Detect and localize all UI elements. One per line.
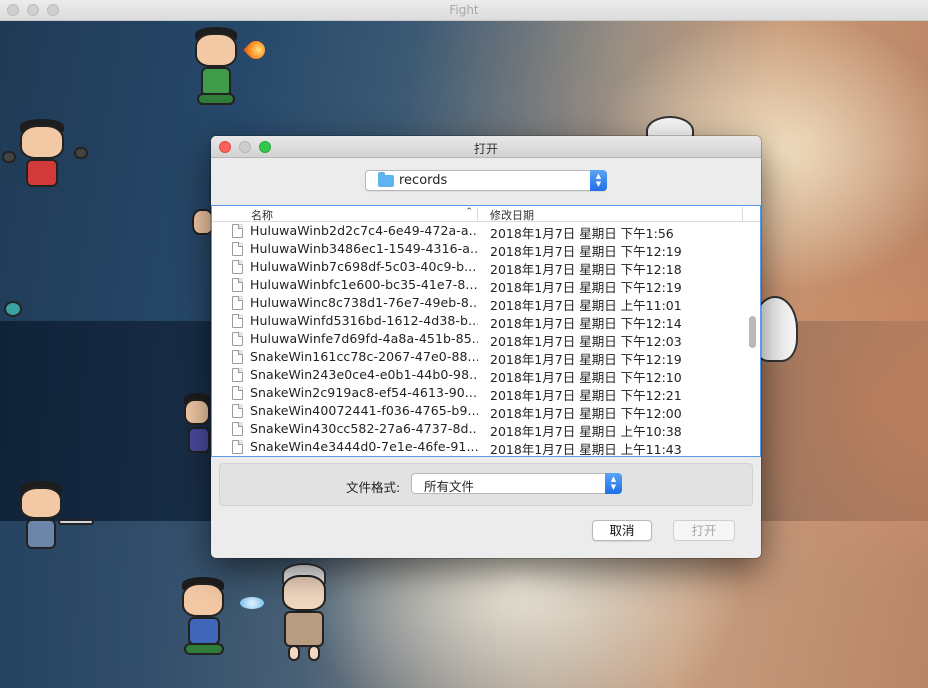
cancel-button[interactable]: 取消: [592, 520, 652, 541]
column-header-date[interactable]: 修改日期: [480, 207, 743, 222]
vertical-scrollbar[interactable]: [749, 316, 756, 348]
column-header-name[interactable]: 名称 ⌃: [251, 207, 478, 222]
file-icon: [232, 422, 243, 436]
up-down-chevron-icon: ▲ ▼: [605, 473, 622, 494]
dialog-title: 打开: [473, 142, 498, 156]
file-name: HuluwaWinb3486ec1-1549-4316-a...: [250, 241, 478, 256]
file-name: SnakeWin40072441-f036-4765-b9...: [250, 403, 478, 418]
format-select[interactable]: 所有文件 ▲ ▼: [411, 473, 622, 494]
grandpa-sprite: [276, 561, 346, 665]
window-title: Fight: [449, 3, 479, 17]
file-icon: [232, 404, 243, 418]
table-row[interactable]: SnakeWin4e3444d0-7e1e-46fe-91... 2018年1月7…: [212, 438, 760, 457]
location-popup[interactable]: records ▲ ▼: [365, 170, 607, 191]
table-row[interactable]: HuluwaWinfe7d69fd-4a8a-451b-85... 2018年1月…: [212, 330, 760, 349]
file-icon: [232, 314, 243, 328]
file-name: SnakeWin243e0ce4-e0b1-44b0-98...: [250, 367, 478, 382]
file-icon: [232, 350, 243, 364]
file-name: SnakeWin2c919ac8-ef54-4613-90...: [250, 385, 478, 400]
file-name: HuluwaWinfe7d69fd-4a8a-451b-85...: [250, 331, 478, 346]
table-row[interactable]: HuluwaWinb7c698df-5c03-40c9-b... 2018年1月7…: [212, 258, 760, 277]
fire-effect-icon: [243, 37, 269, 63]
table-row[interactable]: HuluwaWinb2d2c7c4-6e49-472a-a... 2018年1月7…: [212, 222, 760, 241]
table-row[interactable]: SnakeWin243e0ce4-e0b1-44b0-98... 2018年1月7…: [212, 366, 760, 385]
file-list[interactable]: 名称 ⌃ 修改日期 HuluwaWinb2d2c7c4-6e49-472a-a.…: [211, 205, 761, 457]
file-name: HuluwaWinc8c738d1-76e7-49eb-8...: [250, 295, 478, 310]
table-row[interactable]: SnakeWin430cc582-27a6-4737-8d... 2018年1月7…: [212, 420, 760, 439]
file-name: HuluwaWinb2d2c7c4-6e49-472a-a...: [250, 223, 478, 238]
file-icon: [232, 260, 243, 274]
file-icon: [232, 278, 243, 292]
open-button[interactable]: 打开: [673, 520, 735, 541]
water-effect-icon: [240, 597, 264, 609]
table-row[interactable]: SnakeWin40072441-f036-4765-b9... 2018年1月7…: [212, 402, 760, 421]
column-header-name-label: 名称: [251, 209, 273, 222]
table-row[interactable]: HuluwaWinfd5316bd-1612-4d38-b... 2018年1月7…: [212, 312, 760, 331]
file-icon: [232, 368, 243, 382]
file-rows: HuluwaWinb2d2c7c4-6e49-472a-a... 2018年1月7…: [212, 222, 760, 457]
up-down-chevron-icon: ▲ ▼: [590, 170, 607, 191]
file-icon: [232, 296, 243, 310]
table-row[interactable]: HuluwaWinc8c738d1-76e7-49eb-8... 2018年1月7…: [212, 294, 760, 313]
table-row[interactable]: HuluwaWinbfc1e600-bc35-41e7-8... 2018年1月7…: [212, 276, 760, 295]
dialog-titlebar: 打开: [211, 136, 761, 158]
calabash-brother-sprite: [178, 577, 278, 663]
file-name: HuluwaWinbfc1e600-bc35-41e7-8...: [250, 277, 478, 292]
file-name: SnakeWin4e3444d0-7e1e-46fe-91...: [250, 439, 478, 454]
file-icon: [232, 332, 243, 346]
format-panel: 文件格式: 所有文件 ▲ ▼: [219, 463, 753, 506]
gem-icon: [4, 301, 22, 317]
file-name: HuluwaWinfd5316bd-1612-4d38-b...: [250, 313, 478, 328]
calabash-brother-sprite: [185, 27, 275, 111]
format-label: 文件格式:: [346, 480, 401, 495]
file-list-header: 名称 ⌃ 修改日期: [212, 206, 760, 222]
location-label: records: [399, 173, 448, 188]
format-value: 所有文件: [424, 479, 475, 494]
file-name: SnakeWin430cc582-27a6-4737-8d...: [250, 421, 478, 436]
calabash-brother-sprite: [2, 117, 96, 197]
open-file-dialog: 打开 records ▲ ▼ 名称 ⌃ 修改日期 HuluwaWinb2d2c7c…: [211, 136, 761, 558]
calabash-brother-sprite: [14, 479, 98, 561]
file-icon: [232, 386, 243, 400]
folder-icon: [378, 172, 394, 187]
table-row[interactable]: SnakeWin161cc78c-2067-47e0-88... 2018年1月7…: [212, 348, 760, 367]
file-icon: [232, 242, 243, 256]
table-row[interactable]: SnakeWin2c919ac8-ef54-4613-90... 2018年1月7…: [212, 384, 760, 403]
calabash-brother-sprite: [180, 393, 212, 463]
file-date: 2018年1月7日 星期日 上午11:43: [490, 442, 682, 457]
file-icon: [232, 224, 243, 238]
file-icon: [232, 440, 243, 454]
column-header-date-label: 修改日期: [490, 209, 534, 222]
table-row[interactable]: HuluwaWinb3486ec1-1549-4316-a... 2018年1月7…: [212, 240, 760, 259]
file-name: SnakeWin161cc78c-2067-47e0-88...: [250, 349, 478, 364]
chevron-up-icon: ⌃: [465, 207, 473, 217]
file-name: HuluwaWinb7c698df-5c03-40c9-b...: [250, 259, 477, 274]
window-titlebar: Fight: [0, 0, 928, 21]
